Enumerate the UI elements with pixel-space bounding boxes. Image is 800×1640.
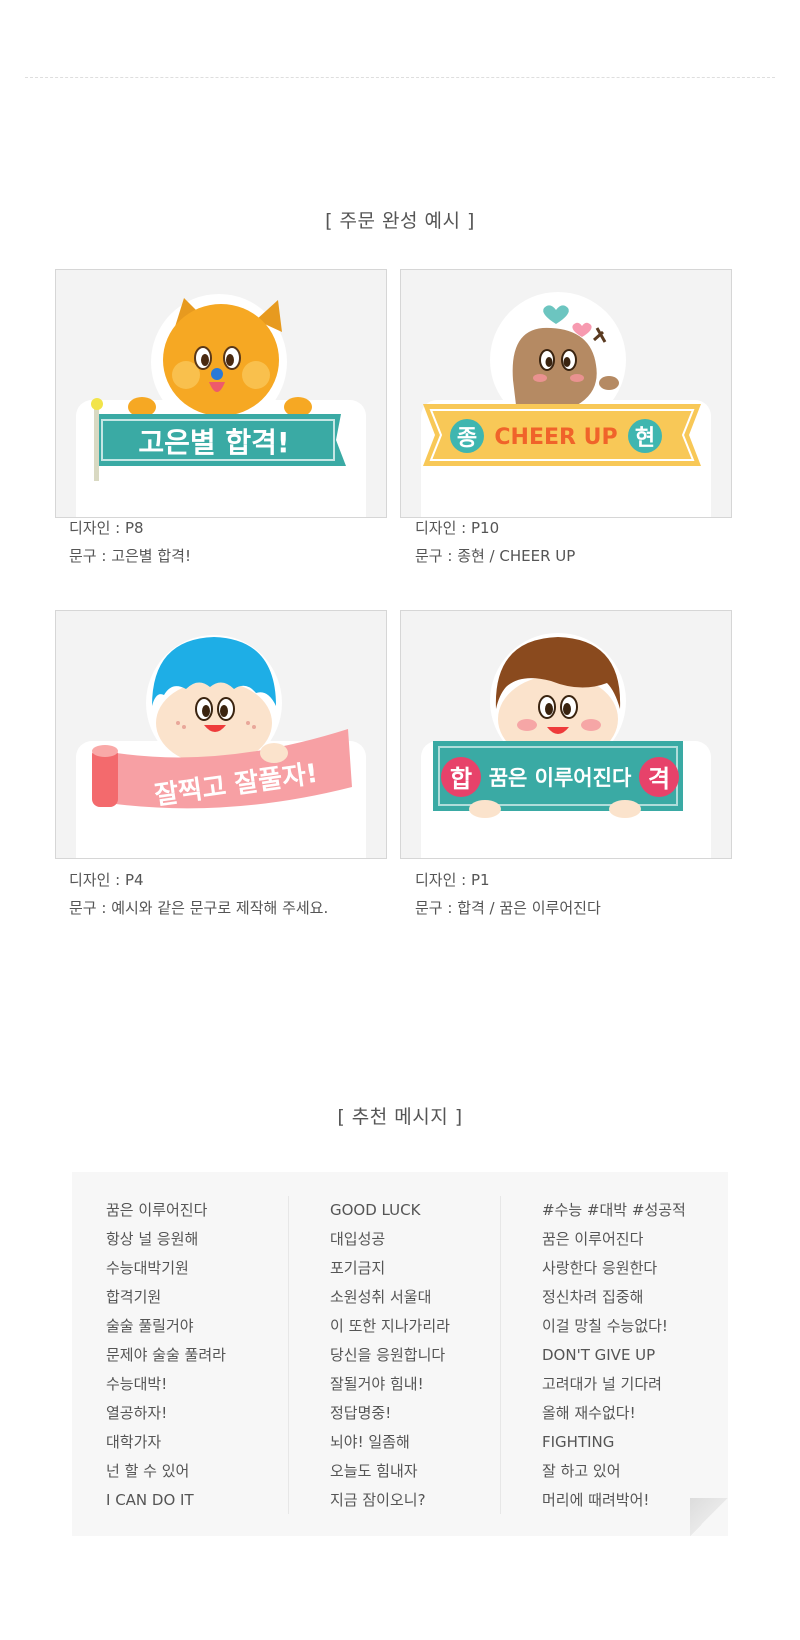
message-item: FIGHTING	[542, 1433, 615, 1451]
order-example-title: [ 주문 완성 예시 ]	[325, 210, 475, 232]
recommend-title: [ 추천 메시지 ]	[337, 1106, 463, 1128]
message-item: 잘될거야 힘내!	[330, 1375, 424, 1393]
message-item: 항상 널 응원해	[106, 1230, 199, 1248]
recommend-message-box: 꿈은 이루어진다 항상 널 응원해 수능대박기원 합격기원 술술 풀릴거야 문제…	[72, 1172, 728, 1536]
example-card-p1: 합 격 꿈은 이루어진다	[400, 610, 732, 859]
caption-p1: 디자인 : P1 문구 : 합격 / 꿈은 이루어진다	[415, 866, 601, 922]
recommend-column-1: 꿈은 이루어진다 항상 널 응원해 수능대박기원 합격기원 술술 풀릴거야 문제…	[106, 1196, 226, 1515]
message-item: 뇌야! 일좀해	[330, 1433, 410, 1451]
caption-design: 디자인 : P8	[69, 519, 144, 537]
message-item: 꿈은 이루어진다	[542, 1230, 644, 1248]
banner-text-p8: 고은별 합격!	[138, 426, 289, 459]
page-curl-decoration	[690, 1498, 728, 1536]
caption-design: 디자인 : P10	[415, 519, 500, 537]
banner-text-p10: CHEER UP	[494, 425, 617, 450]
caption-text: 문구 : 예시와 같은 문구로 제작해 주세요.	[69, 899, 329, 917]
caption-design: 디자인 : P4	[69, 871, 144, 889]
column-divider	[500, 1196, 501, 1514]
message-item: 잘 하고 있어	[542, 1462, 621, 1480]
column-divider	[288, 1196, 289, 1514]
message-item: 고려대가 널 기다려	[542, 1375, 662, 1393]
message-item: 이 또한 지나가리라	[330, 1317, 450, 1335]
message-item: I CAN DO IT	[106, 1491, 194, 1509]
banner-left-char-p1: 합	[450, 765, 472, 793]
blue-hair-character-image: 잘찍고 잘풀자!	[92, 635, 352, 811]
message-item: 소원성취 서울대	[330, 1288, 432, 1306]
banner-text-p1: 꿈은 이루어진다	[489, 766, 632, 790]
message-item: DON'T GIVE UP	[542, 1346, 656, 1364]
message-item: GOOD LUCK	[330, 1201, 421, 1219]
example-card-p8: 고은별 합격!	[55, 269, 387, 518]
message-item: 오늘도 힘내자	[330, 1462, 418, 1480]
message-item: 열공하자!	[106, 1404, 168, 1422]
bird-character-image: 종 현 CHEER UP	[423, 292, 701, 466]
caption-p8: 디자인 : P8 문구 : 고은별 합격!	[69, 514, 191, 570]
caption-text: 문구 : 고은별 합격!	[69, 547, 191, 565]
message-item: 정답명중!	[330, 1404, 392, 1422]
message-item: 대학가자	[106, 1433, 162, 1451]
message-item: #수능 #대박 #성공적	[542, 1201, 686, 1219]
example-card-p10: 종 현 CHEER UP	[400, 269, 732, 518]
message-item: 올해 재수없다!	[542, 1404, 636, 1422]
caption-p10: 디자인 : P10 문구 : 종현 / CHEER UP	[415, 514, 575, 570]
message-item: 지금 잠이오니?	[330, 1491, 426, 1509]
caption-p4: 디자인 : P4 문구 : 예시와 같은 문구로 제작해 주세요.	[69, 866, 328, 922]
caption-design: 디자인 : P1	[415, 871, 490, 889]
message-item: 합격기원	[106, 1288, 162, 1306]
message-item: 대입성공	[330, 1230, 386, 1248]
example-card-p4: 잘찍고 잘풀자!	[55, 610, 387, 859]
message-item: 사랑한다 응원한다	[542, 1259, 658, 1277]
message-item: 넌 할 수 있어	[106, 1462, 190, 1480]
message-item: 포기금지	[330, 1259, 386, 1277]
banner-right-char-p10: 현	[635, 426, 655, 451]
dog-character-image: 고은별 합격!	[91, 294, 346, 481]
message-item: 정신차려 집중해	[542, 1288, 644, 1306]
brown-hair-character-image: 합 격 꿈은 이루어진다	[433, 633, 683, 818]
message-item: 이걸 망칠 수능없다!	[542, 1317, 668, 1335]
message-item: 수능대박기원	[106, 1259, 189, 1277]
message-item: 문제야 술술 풀려라	[106, 1346, 226, 1364]
message-item: 당신을 응원합니다	[330, 1346, 446, 1364]
message-item: 꿈은 이루어진다	[106, 1201, 208, 1219]
caption-text: 문구 : 종현 / CHEER UP	[415, 547, 576, 565]
top-divider	[25, 77, 775, 78]
banner-left-char-p10: 종	[457, 426, 477, 451]
message-item: 수능대박!	[106, 1375, 168, 1393]
banner-right-char-p1: 격	[648, 765, 670, 793]
message-item: 머리에 때려박어!	[542, 1491, 650, 1509]
recommend-column-3: #수능 #대박 #성공적 꿈은 이루어진다 사랑한다 응원한다 정신차려 집중해…	[542, 1196, 686, 1515]
message-item: 술술 풀릴거야	[106, 1317, 194, 1335]
caption-text: 문구 : 합격 / 꿈은 이루어진다	[415, 899, 601, 917]
recommend-column-2: GOOD LUCK 대입성공 포기금지 소원성취 서울대 이 또한 지나가리라 …	[330, 1196, 450, 1515]
